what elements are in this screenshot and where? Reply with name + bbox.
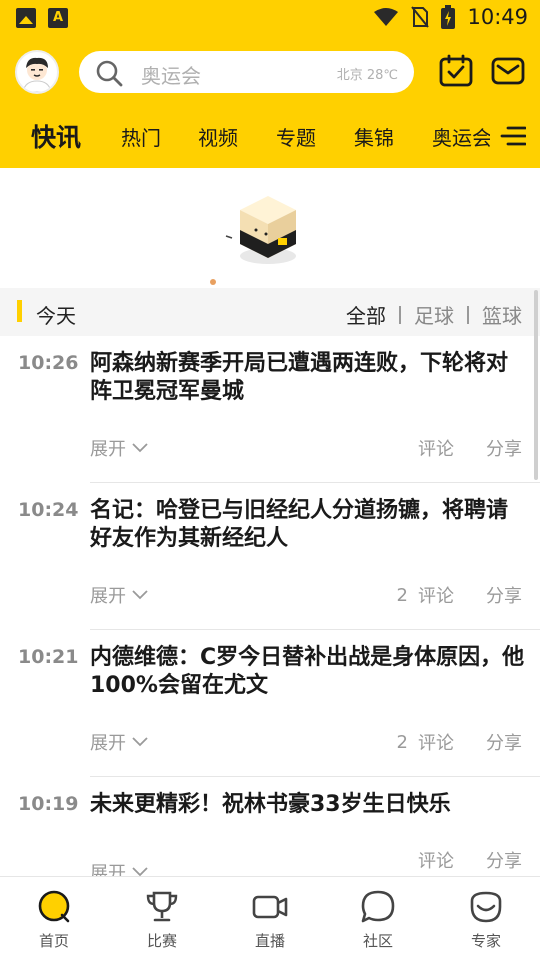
nav-home[interactable]: 首页: [0, 877, 108, 960]
comment-count: 2: [396, 584, 408, 606]
expand-button[interactable]: 展开: [90, 435, 148, 461]
tab-video[interactable]: 视频: [198, 122, 238, 151]
nav-label: 社区: [362, 932, 393, 950]
news-time: 10:24: [18, 499, 79, 521]
battery-charging-icon: [441, 5, 456, 29]
news-title[interactable]: 名记：哈登已与旧经纪人分道扬镳，将聘请好友作为其新经纪人: [90, 497, 526, 553]
news-title[interactable]: 阿森纳新赛季开局已遭遇两连败，下轮将对阵卫冕冠军曼城: [90, 350, 526, 406]
news-time: 10:21: [18, 646, 79, 668]
image-icon: [16, 8, 36, 28]
avatar[interactable]: [15, 50, 59, 94]
expert-icon: [470, 891, 502, 923]
menu-icon[interactable]: [500, 124, 526, 148]
nav-live[interactable]: 直播: [216, 877, 324, 960]
comment-button[interactable]: 评论: [418, 847, 454, 873]
share-button[interactable]: 分享: [486, 729, 522, 755]
news-item[interactable]: 10:26 阿森纳新赛季开局已遭遇两连败，下轮将对阵卫冕冠军曼城 展开 评论 分…: [0, 336, 540, 483]
filter-divider: [399, 305, 401, 324]
comment-button[interactable]: 评论: [418, 435, 454, 461]
pull-refresh-banner: [0, 168, 540, 288]
expand-button[interactable]: 展开: [90, 847, 148, 876]
comment-button[interactable]: 评论: [418, 729, 454, 755]
news-time: 10:19: [18, 793, 79, 815]
news-list: 10:26 阿森纳新赛季开局已遭遇两连败，下轮将对阵卫冕冠军曼城 展开 评论 分…: [0, 336, 540, 876]
nav-label: 直播: [254, 932, 285, 950]
chat-bubble-icon: [361, 890, 395, 923]
comment-count: 2: [396, 731, 408, 753]
video-icon: [252, 895, 288, 919]
expand-label: 展开: [90, 733, 126, 754]
news-item[interactable]: 10:19 未来更精彩！祝林书豪33岁生日快乐 展开 评论 分享: [0, 777, 540, 876]
status-time: 10:49: [467, 5, 528, 29]
mascot-cube-icon: [210, 196, 296, 285]
expand-button[interactable]: 展开: [90, 582, 148, 608]
a-app-icon: A: [48, 8, 68, 28]
tab-highlights[interactable]: 集锦: [354, 122, 394, 151]
chevron-down-icon: [132, 737, 148, 747]
tab-hot[interactable]: 热门: [121, 122, 161, 151]
section-accent-bar: [17, 300, 22, 322]
nav-community[interactable]: 社区: [324, 877, 432, 960]
date-label: 今天: [36, 304, 76, 328]
filter-basketball[interactable]: 篮球: [482, 300, 522, 329]
news-item[interactable]: 10:21 内德维德：C罗今日替补出战是身体原因，他100%会留在尤文 展开 2…: [0, 630, 540, 777]
category-tabs: 快讯 热门 视频 专题 集锦 奥运会: [0, 112, 540, 160]
top-header: A 10:49 奥运会 北京 28℃ 快讯 热门 视频 专题 集锦 奥运会: [0, 0, 540, 168]
news-item[interactable]: 10:24 名记：哈登已与旧经纪人分道扬镳，将聘请好友作为其新经纪人 展开 2 …: [0, 483, 540, 630]
bottom-nav: 首页 比赛 直播 社区 专家: [0, 876, 540, 960]
search-input[interactable]: 奥运会 北京 28℃: [79, 51, 414, 93]
expand-button[interactable]: 展开: [90, 729, 148, 755]
nav-matches[interactable]: 比赛: [108, 877, 216, 960]
trophy-icon: [146, 891, 178, 922]
news-title[interactable]: 未来更精彩！祝林书豪33岁生日快乐: [90, 791, 526, 819]
news-title[interactable]: 内德维德：C罗今日替补出战是身体原因，他100%会留在尤文: [90, 644, 526, 700]
filter-football[interactable]: 足球: [414, 300, 454, 329]
nav-experts[interactable]: 专家: [432, 877, 540, 960]
no-sim-icon: [411, 6, 430, 28]
search-icon: [96, 60, 123, 87]
tab-kuaixun[interactable]: 快讯: [31, 118, 81, 154]
share-button[interactable]: 分享: [486, 435, 522, 461]
calendar-check-icon[interactable]: [438, 53, 474, 89]
home-icon: [38, 890, 70, 923]
search-placeholder: 奥运会: [141, 64, 201, 88]
nav-label: 比赛: [146, 932, 177, 950]
weather-label: 北京 28℃: [336, 68, 398, 83]
mail-icon[interactable]: [490, 53, 526, 89]
tab-olympics[interactable]: 奥运会: [432, 122, 490, 151]
scrollbar[interactable]: [534, 290, 538, 480]
nav-label: 首页: [38, 932, 69, 950]
comment-button[interactable]: 评论: [418, 582, 454, 608]
nav-label: 专家: [470, 932, 501, 950]
date-filter-bar: 今天 全部 足球 篮球: [0, 288, 540, 336]
chevron-down-icon: [132, 867, 148, 876]
tab-topics[interactable]: 专题: [276, 122, 316, 151]
status-bar: A 10:49: [0, 0, 540, 36]
share-button[interactable]: 分享: [486, 847, 522, 873]
chevron-down-icon: [132, 443, 148, 453]
expand-label: 展开: [90, 586, 126, 607]
expand-label: 展开: [90, 863, 126, 876]
expand-label: 展开: [90, 439, 126, 460]
chevron-down-icon: [132, 590, 148, 600]
filter-divider: [467, 305, 469, 324]
wifi-icon: [374, 8, 399, 26]
filter-all[interactable]: 全部: [346, 300, 386, 329]
news-time: 10:26: [18, 352, 79, 374]
share-button[interactable]: 分享: [486, 582, 522, 608]
